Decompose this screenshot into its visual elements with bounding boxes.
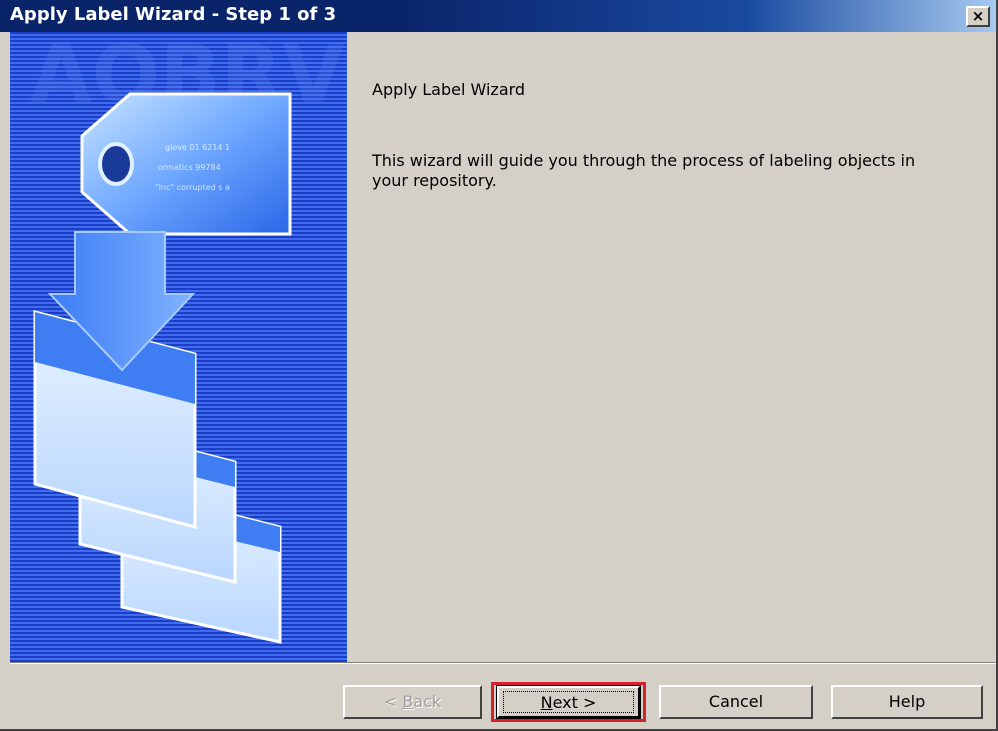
tag-text-line: glove 01 6214 1 xyxy=(165,143,230,152)
wizard-content: Apply Label Wizard This wizard will guid… xyxy=(347,32,996,662)
tag-text-line: "Inc" corrupted s a xyxy=(155,183,230,192)
document-stack-icon xyxy=(33,310,282,644)
back-label-prefix: < xyxy=(383,692,403,711)
wizard-heading: Apply Label Wizard xyxy=(372,80,526,99)
back-label-rest: ack xyxy=(413,692,442,711)
back-label-mnemonic: B xyxy=(402,692,414,711)
back-button[interactable]: < Back xyxy=(343,685,482,719)
tag-icon: glove 01 6214 1 ormatics 99784 "Inc" cor… xyxy=(80,92,292,236)
wizard-illustration: AQBRV glove 01 6214 1 ormatics 99784 "In… xyxy=(30,32,345,644)
help-button[interactable]: Help xyxy=(831,685,983,719)
focus-rectangle xyxy=(503,691,634,713)
tag-text-line: ormatics 99784 xyxy=(158,163,221,172)
close-icon: × xyxy=(971,7,985,25)
button-separator xyxy=(10,662,996,664)
close-button[interactable]: × xyxy=(966,6,990,27)
wizard-side-image: AQBRV glove 01 6214 1 ormatics 99784 "In… xyxy=(10,32,347,662)
next-button[interactable]: Next > xyxy=(496,685,641,719)
wizard-window: Apply Label Wizard - Step 1 of 3 × AQBRV… xyxy=(0,0,998,731)
title-bar[interactable]: Apply Label Wizard - Step 1 of 3 × xyxy=(0,0,996,32)
wizard-description: This wizard will guide you through the p… xyxy=(372,151,916,190)
window-title: Apply Label Wizard - Step 1 of 3 xyxy=(10,4,337,25)
cancel-button[interactable]: Cancel xyxy=(659,685,813,719)
